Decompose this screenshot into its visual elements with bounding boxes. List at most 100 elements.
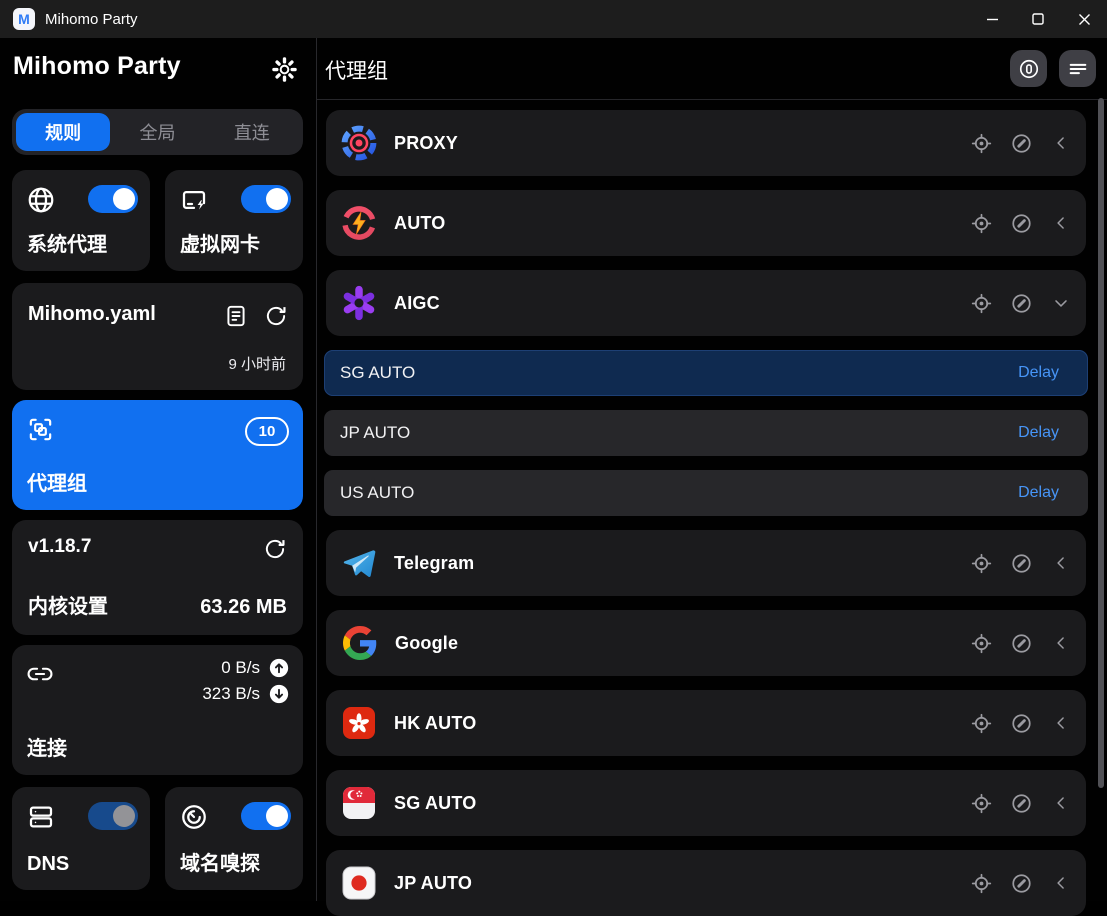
list-mode-button[interactable] bbox=[1059, 50, 1096, 87]
crosshair-icon bbox=[970, 792, 993, 815]
system-proxy-toggle[interactable] bbox=[88, 185, 138, 213]
delay-test-button[interactable] bbox=[1009, 551, 1033, 575]
sniff-card[interactable]: 域名嗅探 bbox=[165, 787, 303, 890]
crosshair-icon bbox=[970, 212, 993, 235]
sidebar-title: Mihomo Party bbox=[13, 52, 181, 81]
titlebar-app-title: Mihomo Party bbox=[45, 11, 138, 28]
gauge-icon bbox=[1010, 872, 1033, 895]
locate-node-button[interactable] bbox=[969, 551, 993, 575]
group-row-telegram[interactable]: Telegram bbox=[326, 530, 1086, 596]
group-row-jp-auto[interactable]: JP AUTO bbox=[326, 850, 1086, 916]
window-controls bbox=[969, 0, 1107, 38]
expand-button[interactable] bbox=[1049, 211, 1073, 235]
expand-button[interactable] bbox=[1049, 631, 1073, 655]
connections-label: 连接 bbox=[27, 732, 67, 761]
delay-button[interactable]: Delay bbox=[1018, 364, 1059, 382]
google-g-icon bbox=[342, 626, 378, 660]
crosshair-icon bbox=[970, 132, 993, 155]
tun-toggle[interactable] bbox=[241, 185, 291, 213]
expand-button[interactable] bbox=[1049, 551, 1073, 575]
group-name: HK AUTO bbox=[394, 713, 476, 734]
group-row-sg-auto[interactable]: SG AUTO bbox=[326, 770, 1086, 836]
expand-button[interactable] bbox=[1049, 131, 1073, 155]
tab-global[interactable]: 全局 bbox=[110, 113, 204, 151]
group-name: AUTO bbox=[394, 213, 445, 234]
link-icon bbox=[26, 660, 54, 688]
refresh-icon[interactable] bbox=[263, 303, 289, 329]
delay-test-all-button[interactable] bbox=[1010, 50, 1047, 87]
delay-test-button[interactable] bbox=[1009, 631, 1033, 655]
globe-icon bbox=[26, 185, 56, 215]
telegram-plane-icon bbox=[341, 545, 377, 581]
delay-test-button[interactable] bbox=[1009, 131, 1033, 155]
locate-node-button[interactable] bbox=[969, 871, 993, 895]
core-version: v1.18.7 bbox=[28, 536, 91, 558]
sniffer-icon bbox=[179, 802, 209, 832]
zero-circle-icon bbox=[1018, 58, 1040, 80]
system-proxy-card[interactable]: 系统代理 bbox=[12, 170, 150, 271]
maximize-button[interactable] bbox=[1015, 0, 1061, 38]
sniff-toggle[interactable] bbox=[241, 802, 291, 830]
gauge-icon bbox=[1010, 132, 1033, 155]
locate-node-button[interactable] bbox=[969, 131, 993, 155]
group-name: Telegram bbox=[394, 553, 474, 574]
group-row-google[interactable]: Google bbox=[326, 610, 1086, 676]
locate-node-button[interactable] bbox=[969, 791, 993, 815]
group-row-auto[interactable]: AUTO bbox=[326, 190, 1086, 256]
delay-test-button[interactable] bbox=[1009, 871, 1033, 895]
profile-card[interactable]: Mihomo.yaml 9 小时前 bbox=[12, 283, 303, 390]
node-row-sg-auto[interactable]: SG AUTO Delay bbox=[324, 350, 1088, 396]
node-name: JP AUTO bbox=[340, 423, 410, 443]
delay-test-button[interactable] bbox=[1009, 791, 1033, 815]
tab-rule[interactable]: 规则 bbox=[16, 113, 110, 151]
group-name: AIGC bbox=[394, 293, 440, 314]
upload-arrow-icon bbox=[268, 657, 290, 679]
tab-direct[interactable]: 直连 bbox=[205, 113, 299, 151]
sidebar-item-proxy-groups[interactable]: 10 代理组 bbox=[12, 400, 303, 510]
core-restart-icon[interactable] bbox=[262, 536, 288, 562]
locate-node-button[interactable] bbox=[969, 211, 993, 235]
chevron-left-icon bbox=[1051, 553, 1071, 573]
settings-button[interactable] bbox=[269, 54, 299, 84]
dns-card[interactable]: DNS bbox=[12, 787, 150, 890]
document-icon[interactable] bbox=[223, 303, 249, 329]
dns-toggle[interactable] bbox=[88, 802, 138, 830]
locate-node-button[interactable] bbox=[969, 291, 993, 315]
delay-button[interactable]: Delay bbox=[1018, 484, 1059, 502]
core-memory-usage: 63.26 MB bbox=[200, 596, 287, 619]
node-row-jp-auto[interactable]: JP AUTO Delay bbox=[324, 410, 1088, 456]
crosshair-icon bbox=[970, 292, 993, 315]
profile-updated-time: 9 小时前 bbox=[228, 353, 286, 374]
close-button[interactable] bbox=[1061, 0, 1107, 38]
page-title: 代理组 bbox=[325, 55, 388, 85]
connections-card[interactable]: 0 B/s 323 B/s 连接 bbox=[12, 645, 303, 775]
core-settings-label: 内核设置 bbox=[28, 590, 108, 619]
expand-button[interactable] bbox=[1049, 711, 1073, 735]
proxy-groups-count-badge: 10 bbox=[245, 417, 289, 446]
tun-card[interactable]: 虚拟网卡 bbox=[165, 170, 303, 271]
node-row-us-auto[interactable]: US AUTO Delay bbox=[324, 470, 1088, 516]
profile-name: Mihomo.yaml bbox=[28, 303, 156, 326]
locate-node-button[interactable] bbox=[969, 711, 993, 735]
tun-label: 虚拟网卡 bbox=[180, 228, 260, 257]
delay-button[interactable]: Delay bbox=[1018, 424, 1059, 442]
node-name: SG AUTO bbox=[340, 363, 415, 383]
group-row-hk-auto[interactable]: HK AUTO bbox=[326, 690, 1086, 756]
sniff-label: 域名嗅探 bbox=[180, 847, 260, 876]
delay-test-button[interactable] bbox=[1009, 211, 1033, 235]
delay-test-button[interactable] bbox=[1009, 711, 1033, 735]
download-speed: 323 B/s bbox=[202, 684, 260, 704]
group-row-aigc[interactable]: AIGC bbox=[326, 270, 1086, 336]
locate-node-button[interactable] bbox=[969, 631, 993, 655]
minimize-button[interactable] bbox=[969, 0, 1015, 38]
sidebar: Mihomo Party 规则 全局 直连 系统代理 bbox=[0, 38, 316, 901]
collapse-button[interactable] bbox=[1049, 291, 1073, 315]
delay-test-button[interactable] bbox=[1009, 291, 1033, 315]
group-row-proxy[interactable]: PROXY bbox=[326, 110, 1086, 176]
group-name: PROXY bbox=[394, 133, 458, 154]
expand-button[interactable] bbox=[1049, 791, 1073, 815]
expand-button[interactable] bbox=[1049, 871, 1073, 895]
core-settings-card[interactable]: v1.18.7 内核设置 63.26 MB bbox=[12, 520, 303, 635]
scrollbar[interactable] bbox=[1098, 98, 1104, 788]
crosshair-icon bbox=[970, 552, 993, 575]
